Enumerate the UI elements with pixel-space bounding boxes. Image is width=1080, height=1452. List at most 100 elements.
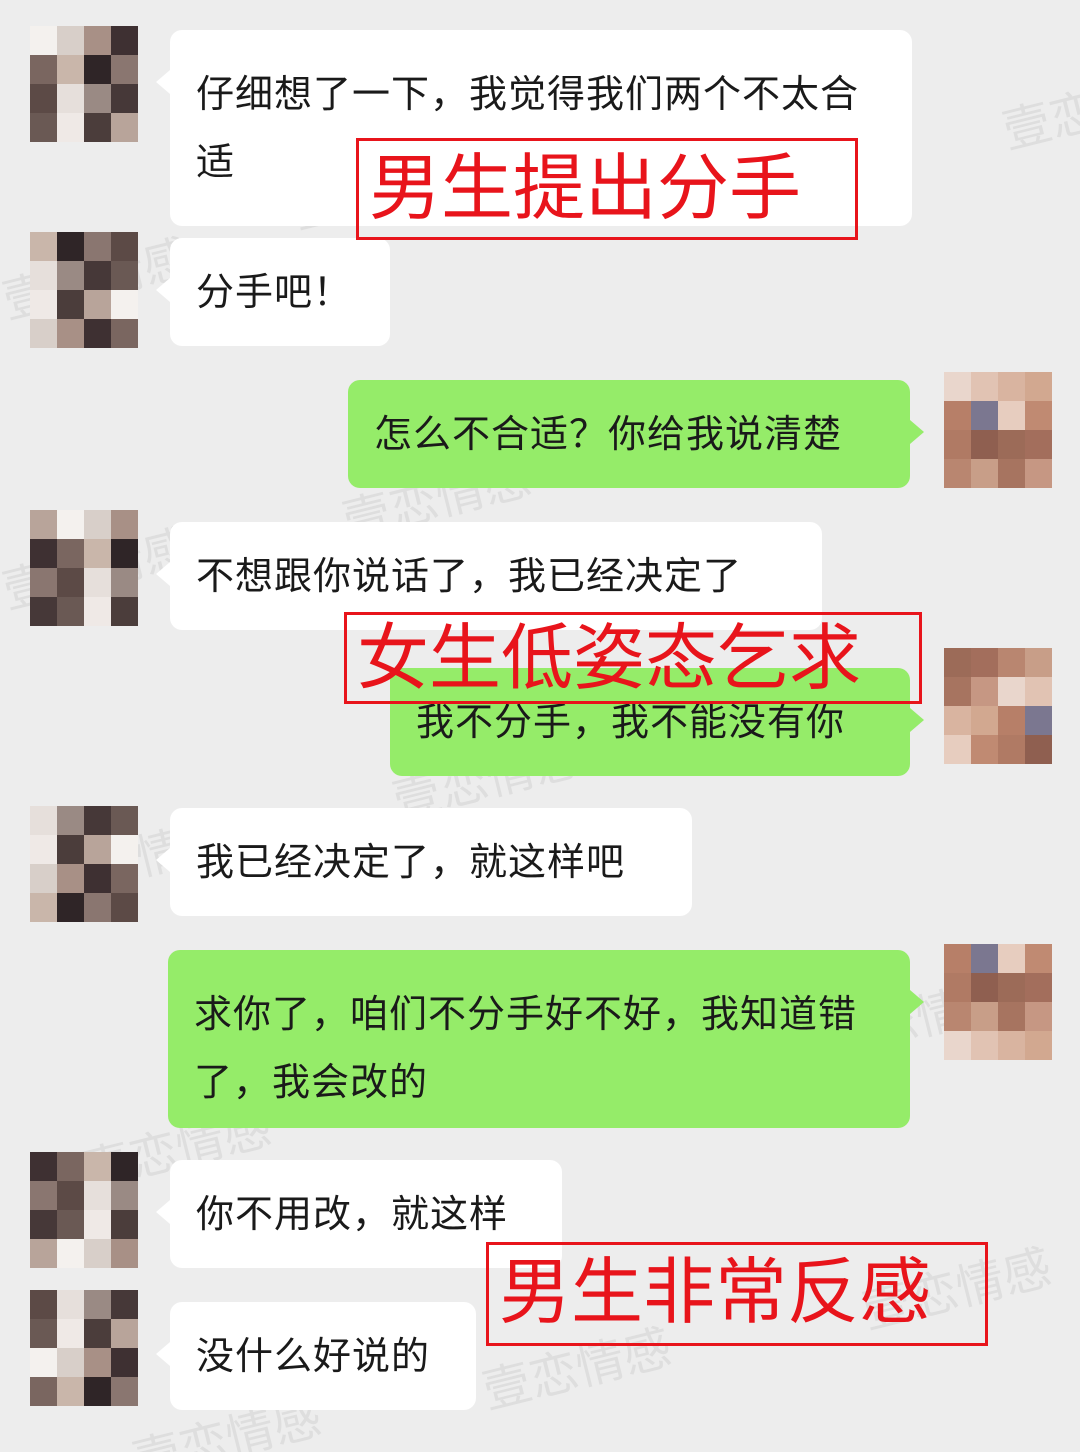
avatar-pixel (971, 1002, 998, 1031)
avatar-pixel (971, 677, 998, 706)
avatar-pixel (30, 806, 57, 835)
avatar-pixel (998, 372, 1025, 401)
avatar-pixel (944, 430, 971, 459)
chat-message-incoming[interactable]: 我已经决定了，就这样吧 (156, 808, 692, 916)
avatar-pixel (971, 648, 998, 677)
avatar[interactable] (30, 1152, 138, 1268)
avatar-pixel (1025, 648, 1052, 677)
avatar[interactable] (30, 806, 138, 922)
chat-message-outgoing[interactable]: 怎么不合适？你给我说清楚 (348, 380, 924, 488)
avatar-pixel (30, 864, 57, 893)
avatar-pixel (111, 1319, 138, 1348)
chat-message-incoming[interactable]: 分手吧！ (156, 238, 390, 346)
avatar-pixel (30, 1239, 57, 1268)
chat-screenshot: 壹恋情感 壹恋情感 壹恋情感 壹恋情感 壹恋情感 壹恋情感 壹恋情感 壹恋情感 … (0, 0, 1080, 1452)
avatar-pixel (30, 597, 57, 626)
avatar-pixel (84, 290, 111, 319)
avatar-pixel (57, 539, 84, 568)
avatar-pixel (944, 735, 971, 764)
chat-message-outgoing[interactable]: 求你了，咱们不分手好不好，我知道错了，我会改的 (168, 950, 924, 1128)
avatar-pixel (84, 84, 111, 113)
avatar[interactable] (944, 944, 1052, 1060)
avatar-pixel (111, 806, 138, 835)
avatar-pixel (111, 1290, 138, 1319)
avatar[interactable] (944, 648, 1052, 764)
avatar[interactable] (944, 372, 1052, 488)
avatar-pixel (971, 1031, 998, 1060)
avatar-pixel (1025, 706, 1052, 735)
avatar-pixel (111, 510, 138, 539)
avatar-pixel (971, 706, 998, 735)
avatar-pixel (84, 597, 111, 626)
avatar-pixel (84, 806, 111, 835)
avatar-pixel (30, 893, 57, 922)
avatar-pixel (944, 973, 971, 1002)
avatar[interactable] (30, 232, 138, 348)
avatar-pixel (57, 1377, 84, 1406)
avatar-pixel (1025, 973, 1052, 1002)
avatar-pixel (30, 55, 57, 84)
avatar[interactable] (30, 510, 138, 626)
avatar-pixel (111, 1348, 138, 1377)
avatar-pixel (944, 459, 971, 488)
avatar-pixel (30, 1377, 57, 1406)
avatar-pixel (84, 510, 111, 539)
avatar-pixel (30, 1348, 57, 1377)
avatar-pixel (57, 1348, 84, 1377)
avatar-pixel (1025, 401, 1052, 430)
avatar-pixel (84, 1377, 111, 1406)
avatar-pixel (84, 539, 111, 568)
avatar-pixel (1025, 677, 1052, 706)
avatar-pixel (944, 1031, 971, 1060)
avatar-pixel (111, 1239, 138, 1268)
avatar-pixel (30, 510, 57, 539)
avatar-pixel (1025, 459, 1052, 488)
avatar-pixel (998, 459, 1025, 488)
avatar-pixel (998, 677, 1025, 706)
avatar-pixel (30, 319, 57, 348)
avatar-pixel (971, 372, 998, 401)
avatar-pixel (111, 539, 138, 568)
avatar-pixel (1025, 1031, 1052, 1060)
avatar-pixel (30, 113, 57, 142)
avatar-pixel (30, 26, 57, 55)
avatar-pixel (84, 568, 111, 597)
avatar-pixel (971, 430, 998, 459)
avatar-pixel (111, 261, 138, 290)
avatar[interactable] (30, 1290, 138, 1406)
avatar-pixel (57, 597, 84, 626)
avatar-pixel (84, 1239, 111, 1268)
avatar-pixel (998, 430, 1025, 459)
avatar-pixel (111, 597, 138, 626)
avatar-pixel (57, 55, 84, 84)
avatar-pixel (111, 835, 138, 864)
avatar-pixel (998, 973, 1025, 1002)
avatar-pixel (971, 735, 998, 764)
avatar-pixel (998, 1031, 1025, 1060)
avatar-pixel (971, 973, 998, 1002)
avatar-pixel (84, 319, 111, 348)
avatar-pixel (1025, 372, 1052, 401)
avatar-pixel (30, 835, 57, 864)
avatar-pixel (30, 1152, 57, 1181)
avatar-pixel (944, 677, 971, 706)
avatar-pixel (57, 1210, 84, 1239)
avatar-pixel (57, 893, 84, 922)
avatar-pixel (57, 319, 84, 348)
avatar-pixel (998, 944, 1025, 973)
avatar-pixel (111, 290, 138, 319)
chat-message-incoming[interactable]: 没什么好说的 (156, 1302, 476, 1410)
annotation-label: 男生非常反感 (486, 1242, 988, 1346)
avatar-pixel (84, 1152, 111, 1181)
avatar-pixel (84, 1210, 111, 1239)
avatar-pixel (944, 1002, 971, 1031)
avatar-pixel (57, 26, 84, 55)
avatar-pixel (111, 1152, 138, 1181)
avatar-pixel (30, 232, 57, 261)
avatar-pixel (971, 944, 998, 973)
avatar[interactable] (30, 26, 138, 142)
avatar-pixel (84, 864, 111, 893)
avatar-pixel (84, 835, 111, 864)
avatar-pixel (111, 55, 138, 84)
avatar-pixel (57, 806, 84, 835)
